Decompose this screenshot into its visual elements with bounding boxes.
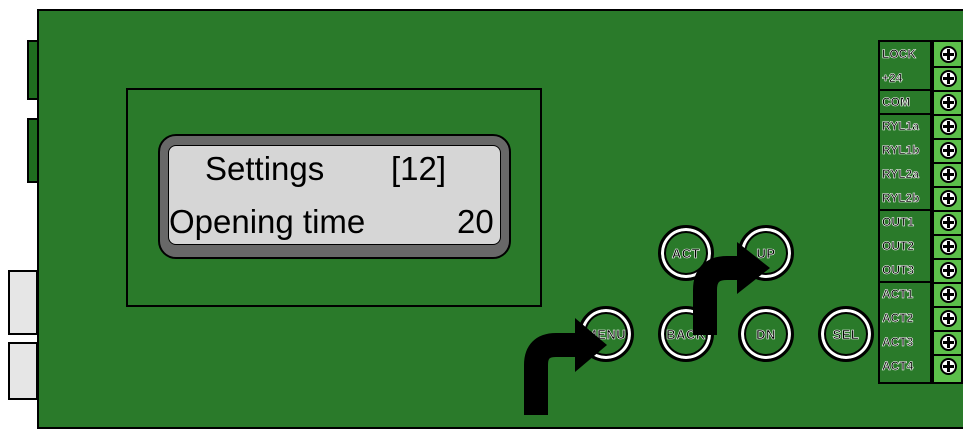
terminal-screw-divider	[934, 90, 963, 92]
terminal-screw-divider	[934, 186, 963, 188]
terminal-screw-icon[interactable]	[940, 334, 957, 351]
terminal-divider	[880, 209, 930, 211]
terminal-screw-divider	[934, 258, 963, 260]
terminal-label: OUT3	[882, 263, 915, 278]
terminal-label: LOCK	[882, 47, 917, 62]
terminal-screw-divider	[934, 162, 963, 164]
terminal-screw-divider	[934, 330, 963, 332]
terminal-label: RYL1a	[882, 119, 920, 134]
act-button[interactable]: ACT	[658, 225, 714, 281]
lcd-line1-value: [12]	[391, 150, 447, 187]
terminal-screw-icon[interactable]	[940, 166, 957, 183]
lcd-line2-label: Opening time	[169, 203, 366, 240]
down-button[interactable]: DN	[738, 306, 794, 362]
terminal-divider	[880, 89, 930, 91]
terminal-screw-icon[interactable]	[940, 142, 957, 159]
terminal-screw-icon[interactable]	[940, 286, 957, 303]
terminal-label: ACT3	[882, 335, 914, 350]
terminal-label: OUT1	[882, 215, 915, 230]
terminal-screw-icon[interactable]	[940, 190, 957, 207]
terminal-label: OUT2	[882, 239, 915, 254]
select-button-label: SEL	[832, 326, 860, 342]
terminal-screw-icon[interactable]	[940, 70, 957, 87]
terminal-label: ACT4	[882, 359, 914, 374]
terminal-screw-icon[interactable]	[940, 118, 957, 135]
terminal-label: RYL2b	[882, 191, 920, 206]
up-button-label: UP	[756, 245, 776, 261]
terminal-screw-divider	[934, 138, 963, 140]
terminal-screw-icon[interactable]	[940, 46, 957, 63]
lcd-line2-value: 20	[457, 203, 494, 240]
terminal-label: +24	[882, 71, 903, 86]
terminal-screw-divider	[934, 354, 963, 356]
terminal-screw-icon[interactable]	[940, 94, 957, 111]
side-plug-lower	[8, 342, 38, 400]
terminal-screw-divider	[934, 282, 963, 284]
terminal-label: COM	[882, 95, 911, 110]
terminal-screw-divider	[934, 306, 963, 308]
menu-button[interactable]: MENU	[578, 306, 634, 362]
terminal-divider	[880, 113, 930, 115]
terminal-screw-icon[interactable]	[940, 262, 957, 279]
select-button[interactable]: SEL	[818, 306, 874, 362]
up-button[interactable]: UP	[738, 225, 794, 281]
terminal-screw-icon[interactable]	[940, 310, 957, 327]
side-plug-upper	[8, 270, 38, 335]
terminal-label: RYL2a	[882, 167, 920, 182]
lcd-screen: Settings [12] Opening time 20	[168, 145, 501, 245]
terminal-screw-icon[interactable]	[940, 238, 957, 255]
terminal-block	[932, 40, 963, 384]
terminal-screw-divider	[934, 210, 963, 212]
terminal-label: ACT2	[882, 311, 914, 326]
terminal-label: ACT1	[882, 287, 914, 302]
back-button[interactable]: BACK	[658, 306, 714, 362]
terminal-screw-icon[interactable]	[940, 358, 957, 375]
terminal-divider	[880, 281, 930, 283]
terminal-screw-divider	[934, 66, 963, 68]
lcd-line1-label: Settings	[205, 150, 325, 187]
terminal-screw-divider	[934, 114, 963, 116]
back-button-label: BACK	[666, 326, 706, 342]
act-button-label: ACT	[671, 245, 701, 261]
terminal-screw-divider	[934, 234, 963, 236]
down-button-label: DN	[756, 326, 776, 342]
terminal-label: RYL1b	[882, 143, 920, 158]
menu-button-label: MENU	[585, 326, 627, 342]
terminal-screw-icon[interactable]	[940, 214, 957, 231]
terminal-labels: LOCK +24 COM RYL1a RYL1b RYL2a RYL2b OUT…	[878, 40, 932, 384]
